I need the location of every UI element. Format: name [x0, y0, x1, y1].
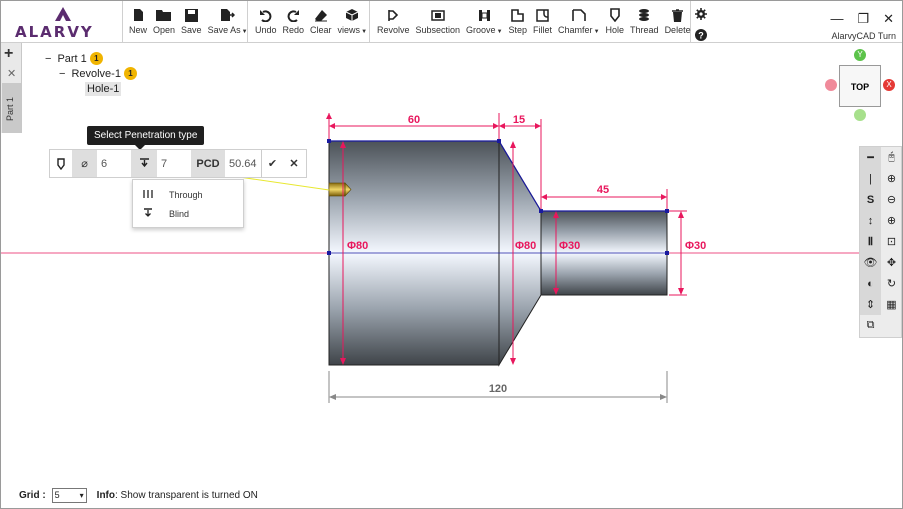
section-icon[interactable]: Ⅱ	[860, 231, 881, 252]
grid-label: Grid :	[19, 490, 46, 501]
nav-neg-x-axis[interactable]	[825, 79, 837, 91]
shaft-body[interactable]	[327, 139, 669, 367]
pcd-field[interactable]: 50.64	[225, 150, 261, 177]
pan-icon[interactable]: ✥	[881, 252, 902, 273]
drawing-canvas[interactable]: 60 15 45 Φ80 Φ80 Φ30 Φ30 120	[1, 1, 903, 509]
zoom-window-icon[interactable]: ⊕	[881, 210, 902, 231]
confirm-icon[interactable]: ✔	[261, 150, 283, 177]
info-label: Info	[96, 490, 115, 501]
view-cube[interactable]: TOP	[839, 65, 881, 107]
dim-length-small[interactable]: 45	[597, 184, 609, 196]
cancel-icon[interactable]: ✕	[283, 150, 305, 177]
grid-select[interactable]: 5	[51, 488, 87, 503]
nav-y-axis[interactable]: Y	[854, 49, 866, 61]
info-text: : Show transparent is turned ON	[115, 490, 258, 501]
dim-dia-small[interactable]: Φ30	[559, 240, 580, 252]
through-icon	[143, 189, 153, 201]
line-tool-icon[interactable]: ━	[860, 147, 881, 168]
hole-parameter-bar: ⌀ 6 7 PCD 50.64 ✔ ✕	[49, 149, 307, 178]
penetration-type-button[interactable]	[131, 150, 157, 177]
dim-length-total[interactable]: 120	[489, 383, 507, 395]
vertical-line-icon[interactable]: |	[860, 168, 881, 189]
dim-dia-taper[interactable]: Φ80	[515, 240, 536, 252]
nav-x-axis[interactable]: X	[883, 79, 895, 91]
hole-leader-line	[238, 176, 330, 191]
rotate-icon[interactable]: ↻	[881, 273, 902, 294]
diameter-field[interactable]: 6	[97, 150, 131, 177]
mouse-icon[interactable]: 🖰	[881, 147, 902, 168]
diameter-icon: ⌀	[72, 150, 97, 177]
dim-dia-end[interactable]: Φ30	[685, 240, 706, 252]
zoom-in-icon[interactable]: ⊕	[881, 168, 902, 189]
zoom-fit-icon[interactable]: ⊡	[881, 231, 902, 252]
app-window: ALARVY New Open Save Save As▼ Undo Redo …	[0, 0, 903, 509]
snap-icon[interactable]: S	[860, 189, 881, 210]
penetration-tooltip: Select Penetration type	[87, 126, 205, 150]
dim-length-taper[interactable]: 15	[513, 114, 525, 126]
blind-icon	[143, 208, 153, 220]
depth-field[interactable]: 7	[157, 150, 191, 177]
dim-dia-big[interactable]: Φ80	[347, 240, 368, 252]
layers-icon[interactable]: ⧉	[860, 315, 881, 336]
right-toolbar: ━ 🖰 | ⊕ S ⊖ ↕ ⊕ Ⅱ ⊡ 👁 ✥ ◐ ↻ ⇕ ▦ ⧉	[859, 146, 902, 338]
eye-icon[interactable]: 👁	[860, 252, 881, 273]
vertical-arrows-icon[interactable]: ↕	[860, 210, 881, 231]
status-bar: Grid : 5 Info : Show transparent is turn…	[19, 488, 258, 503]
contrast-icon[interactable]: ◐	[860, 273, 881, 294]
nav-neg-y-axis[interactable]	[854, 109, 866, 121]
menu-item-through[interactable]: Through	[143, 189, 203, 201]
menu-item-blind[interactable]: Blind	[143, 208, 189, 220]
grid-view-icon[interactable]: ▦	[881, 294, 902, 315]
zoom-out-icon[interactable]: ⊖	[881, 189, 902, 210]
penetration-menu: Through Blind	[132, 179, 244, 228]
pcd-label: PCD	[191, 150, 225, 177]
dim-length-big[interactable]: 60	[408, 114, 420, 126]
expand-icon[interactable]: ⇕	[860, 294, 881, 315]
hole-type-icon[interactable]	[50, 150, 72, 177]
